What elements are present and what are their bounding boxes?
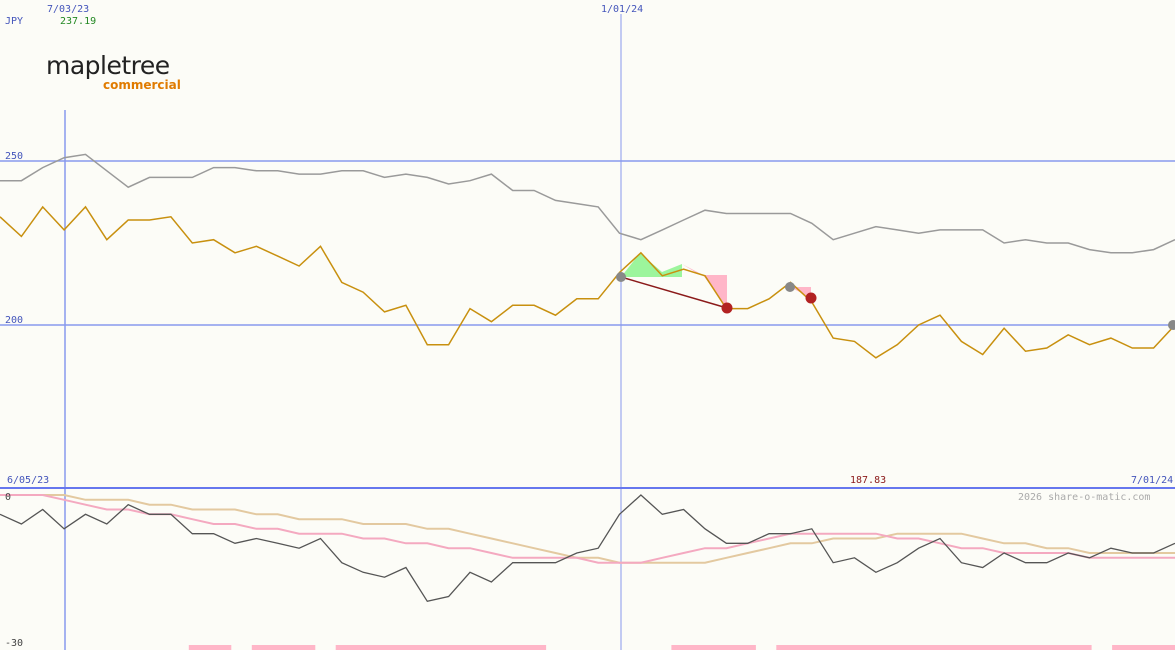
bottom-bar [1049, 645, 1071, 650]
top-price-label: 237.19 [60, 16, 96, 27]
bottom-bar [188, 645, 211, 650]
y-tick-200: 200 [5, 315, 23, 326]
bottom-bar [986, 645, 1008, 650]
price-chart: mapletree commercial JPY 7/03/23 237.19 … [0, 4, 1175, 650]
sell-marker-1 [721, 302, 733, 314]
bottom-bar [1133, 645, 1155, 650]
bottom-bar [902, 645, 924, 650]
bottom-bar [1112, 645, 1134, 650]
bottom-bar [1154, 645, 1175, 650]
bottom-bar [272, 645, 295, 650]
osc-bottom-label: -30 [5, 638, 23, 649]
bottom-bar [671, 645, 693, 650]
bottom-bar [881, 645, 903, 650]
logo-subtitle: commercial [103, 78, 181, 92]
y-tick-250: 250 [5, 151, 23, 162]
lower-start-date: 6/05/23 [7, 475, 49, 486]
sell-marker-2 [805, 292, 817, 304]
bottom-bar [377, 645, 400, 650]
currency-label: JPY [5, 16, 23, 27]
bottom-bar [209, 645, 232, 650]
price-line [0, 205, 1175, 359]
last-marker [1168, 320, 1175, 330]
bottom-bar [965, 645, 987, 650]
logo-name: mapletree [46, 51, 170, 80]
bottom-bar [1028, 645, 1050, 650]
bottom-bar [734, 645, 756, 650]
bottom-bar [776, 645, 798, 650]
bottom-bar [923, 645, 945, 650]
bottom-bar [524, 645, 547, 650]
bottom-bar [356, 645, 379, 650]
bottom-bar [440, 645, 463, 650]
lower-mid-value: 187.83 [850, 475, 886, 486]
bottom-bar [860, 645, 882, 650]
bottom-bar [797, 645, 819, 650]
lower-end-date: 7/01/24 [1131, 475, 1173, 486]
buy-marker-2 [785, 282, 795, 292]
bottom-bar [461, 645, 484, 650]
bottom-bar [818, 645, 840, 650]
bottom-bar [293, 645, 316, 650]
cursor-date-label: 1/01/24 [601, 4, 643, 15]
bottom-bar [1007, 645, 1029, 650]
bottom-bar [503, 645, 526, 650]
buy-marker-1 [616, 272, 626, 282]
bottom-bar [482, 645, 505, 650]
bottom-bar [1070, 645, 1092, 650]
osc-top-label: 0 [5, 492, 11, 503]
copyright-label: 2026 share-o-matic.com [1018, 492, 1150, 503]
bottom-bar [398, 645, 421, 650]
oscillator-dark-line [0, 494, 1175, 603]
bottom-bar [251, 645, 274, 650]
bottom-bar [713, 645, 735, 650]
bottom-bar [839, 645, 861, 650]
series-group [0, 153, 1175, 650]
bottom-bar [692, 645, 714, 650]
bottom-bar [419, 645, 442, 650]
bottom-bar [335, 645, 358, 650]
top-date-label: 7/03/23 [47, 4, 89, 15]
bottom-bar [944, 645, 966, 650]
index-line [0, 153, 1175, 254]
